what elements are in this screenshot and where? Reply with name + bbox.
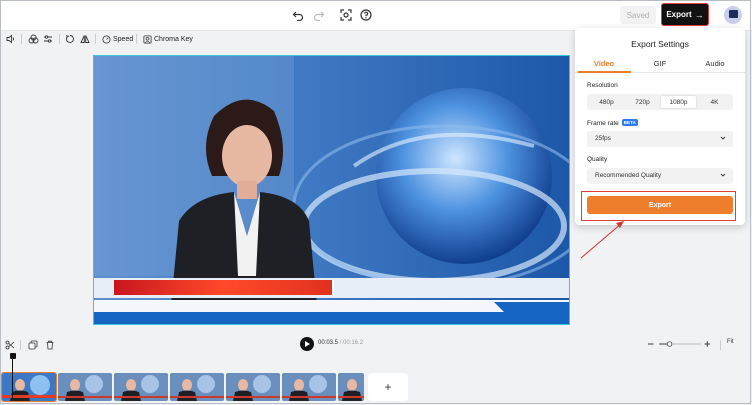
- resolution-selector: 480p 720p 1080p 4K: [587, 94, 733, 110]
- screenshot-icon[interactable]: [338, 7, 354, 23]
- timeline-clip[interactable]: [170, 373, 224, 401]
- chevron-down-icon: [720, 173, 726, 177]
- frame-rate-label: Frame rate: [587, 120, 619, 127]
- frame-rate-select[interactable]: 25fps: [587, 131, 733, 147]
- export-button-top-label: Export: [666, 10, 692, 19]
- speed-tool[interactable]: Speed: [102, 32, 133, 46]
- volume-icon[interactable]: [6, 32, 16, 46]
- active-tab-indicator: [578, 71, 631, 73]
- export-tabs: Video GIF Audio: [575, 57, 745, 73]
- timeline-track: +: [0, 373, 752, 403]
- play-button[interactable]: [300, 337, 314, 351]
- saved-button[interactable]: Saved: [620, 6, 656, 24]
- toolbar-divider: [720, 340, 721, 350]
- toolbar-divider: [20, 340, 21, 350]
- playhead-line: [12, 358, 13, 398]
- timeline-clip[interactable]: [226, 373, 280, 401]
- chevron-down-icon: [720, 136, 726, 140]
- undo-icon[interactable]: [290, 7, 306, 23]
- panel-title: Export Settings: [631, 39, 689, 49]
- frame-rate-label-row: Frame rate BETA: [587, 119, 638, 127]
- add-clip-button[interactable]: +: [368, 373, 408, 401]
- fit-button[interactable]: Fit: [727, 339, 734, 345]
- video-preview-image: [94, 56, 569, 324]
- resolution-option-720p[interactable]: 720p: [625, 96, 660, 108]
- avatar[interactable]: [724, 6, 742, 24]
- speedometer-icon: [102, 34, 111, 44]
- filters-icon[interactable]: [28, 32, 39, 46]
- rotate-icon[interactable]: [65, 32, 75, 46]
- top-bar: Saved Export →: [0, 0, 752, 31]
- resolution-option-4k[interactable]: 4K: [697, 96, 732, 108]
- beta-badge: BETA: [621, 119, 638, 126]
- help-icon[interactable]: [358, 7, 374, 23]
- redo-icon[interactable]: [311, 7, 327, 23]
- export-button[interactable]: Export: [587, 196, 733, 214]
- frame-rate-value: 25fps: [595, 135, 611, 142]
- tab-gif[interactable]: GIF: [632, 59, 688, 68]
- scissors-icon[interactable]: [5, 338, 15, 352]
- tab-video[interactable]: Video: [576, 59, 632, 68]
- avatar-icon: [729, 10, 738, 18]
- arrow-right-icon: →: [694, 9, 704, 20]
- timeline-clip[interactable]: [58, 373, 112, 401]
- toolbar-divider: [95, 34, 96, 44]
- trash-icon[interactable]: [45, 338, 55, 352]
- playback-bar: 00:03.5 / 00:16.2 Fit: [0, 333, 752, 355]
- export-button-top[interactable]: Export →: [662, 4, 708, 25]
- duplicate-icon[interactable]: [28, 338, 38, 352]
- chroma-key-tool[interactable]: Chroma Key: [143, 32, 193, 46]
- adjust-icon[interactable]: [43, 32, 53, 46]
- speed-label: Speed: [113, 35, 134, 43]
- chroma-key-icon: [143, 34, 152, 44]
- duration: 00:16.2: [343, 340, 364, 346]
- chroma-key-label: Chroma Key: [154, 35, 193, 43]
- timeline-clip[interactable]: [282, 373, 336, 401]
- quality-select[interactable]: Recommended Quality: [587, 168, 733, 184]
- current-time: 00:03.5: [318, 340, 339, 346]
- zoom-slider[interactable]: [646, 338, 712, 350]
- flip-icon[interactable]: [80, 32, 90, 46]
- toolbar-divider: [59, 34, 60, 44]
- toolbar-divider: [136, 34, 137, 44]
- resolution-label: Resolution: [587, 82, 618, 89]
- resolution-option-1080p[interactable]: 1080p: [661, 96, 696, 108]
- toolbar-divider: [21, 34, 22, 44]
- playhead-handle[interactable]: [10, 353, 16, 359]
- export-settings-panel: Export Settings Video GIF Audio Resoluti…: [575, 28, 745, 225]
- timeline-clip[interactable]: [2, 373, 56, 401]
- quality-value: Recommended Quality: [595, 172, 662, 179]
- timeline-clip[interactable]: [338, 373, 364, 401]
- resolution-option-480p[interactable]: 480p: [589, 96, 624, 108]
- time-readout: 00:03.5 / 00:16.2: [318, 340, 363, 346]
- video-canvas[interactable]: [93, 55, 570, 325]
- quality-label: Quality: [587, 156, 608, 163]
- timeline-clip[interactable]: [114, 373, 168, 401]
- tab-audio[interactable]: Audio: [687, 59, 743, 68]
